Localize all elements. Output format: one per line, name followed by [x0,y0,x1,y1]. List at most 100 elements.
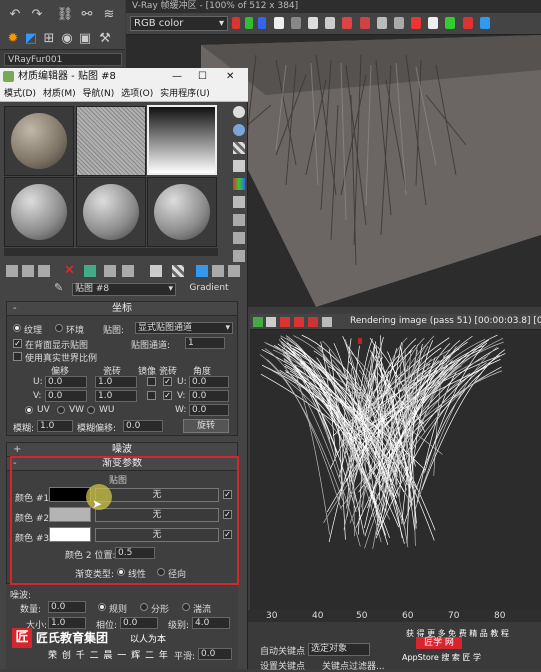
save-icon[interactable] [308,17,318,29]
video-color-check-icon[interactable] [233,178,245,190]
amount-field[interactable]: 0.0 [48,601,86,613]
options-icon[interactable] [233,214,245,226]
slot-scrollbar[interactable] [4,248,218,256]
link-icon[interactable]: ⛓ [56,6,74,24]
utilities-icon[interactable]: ⚒ [96,30,114,48]
rotate-button[interactable]: 旋转 [183,419,229,433]
noise-header[interactable]: +噪波 [7,443,237,457]
make-unique-icon[interactable] [104,265,116,277]
menu-options[interactable]: 选项(O) [121,89,153,99]
map-navigator-icon[interactable] [233,250,245,262]
v-tiling-field[interactable]: 1.0 [95,390,137,402]
render-setup-icon[interactable] [253,317,263,327]
eyedropper-icon[interactable]: ✎ [54,281,63,294]
material-slot-6[interactable] [147,177,217,247]
key-selection-select[interactable]: 选定对象 [308,643,370,656]
copy-material-icon[interactable] [84,265,96,277]
modify-icon[interactable]: ◩ [22,30,40,48]
display-icon[interactable]: ▣ [76,30,94,48]
time-ruler[interactable]: 30 40 50 60 70 80 [248,610,541,622]
blur-field[interactable]: 1.0 [37,420,73,432]
uv-radio[interactable] [25,406,33,414]
viewport-icon[interactable] [266,317,276,327]
assign-material-icon[interactable] [38,265,50,277]
map-name-field[interactable]: 贴图 #8▾ [72,283,176,296]
material-slot-2[interactable] [76,106,146,176]
regular-radio[interactable] [98,603,106,611]
tool-icon[interactable] [322,317,332,327]
make-preview-icon[interactable] [233,196,245,208]
show-map-checkbox[interactable]: ✓ [13,339,22,348]
u-tile-checkbox[interactable]: ✓ [163,377,172,386]
green-channel-icon[interactable] [245,17,253,29]
u-angle-field[interactable]: 0.0 [189,376,229,388]
backlight-icon[interactable] [233,124,245,136]
go-forward-icon[interactable] [228,265,240,277]
environ-radio[interactable] [55,324,63,332]
bind-spacewarp-icon[interactable]: ≋ [100,6,118,24]
show-end-result-icon[interactable] [196,265,208,277]
material-slot-4[interactable] [4,177,74,247]
material-slot-3[interactable] [147,105,217,175]
get-material-icon[interactable] [6,265,18,277]
material-id-icon[interactable] [150,265,162,277]
v-tile-checkbox[interactable]: ✓ [163,391,172,400]
clear-icon[interactable] [342,17,352,29]
stop-icon[interactable] [360,17,370,29]
mapping-select[interactable]: 显式贴图通道▾ [135,322,233,334]
region-icon[interactable] [377,17,387,29]
real-world-checkbox[interactable] [13,352,22,361]
fractal-radio[interactable] [140,603,148,611]
uv-tiling-icon[interactable] [233,160,245,172]
blue-channel-icon[interactable] [258,17,266,29]
wu-radio[interactable] [87,406,95,414]
smooth-field[interactable]: 0.0 [198,648,232,660]
close-icon[interactable]: ✕ [226,68,234,86]
channel-select[interactable]: RGB color▾ [130,16,228,31]
turbulence-radio[interactable] [182,603,190,611]
u-mirror-checkbox[interactable] [147,377,156,386]
background-icon[interactable] [233,142,245,154]
menu-navigation[interactable]: 导航(N) [83,89,115,99]
follow-icon[interactable] [480,17,490,29]
menu-mode[interactable]: 模式(D) [4,89,36,99]
put-to-library-icon[interactable] [122,265,134,277]
hierarchy-icon[interactable]: ⊞ [40,30,58,48]
go-to-parent-icon[interactable] [212,265,224,277]
put-to-scene-icon[interactable] [22,265,34,277]
key-filter-button[interactable]: 关键点过滤器... [322,659,385,672]
maximize-icon[interactable]: ☐ [198,68,207,86]
cancel-render-icon[interactable] [308,317,318,327]
menu-material[interactable]: 材质(M) [43,89,76,99]
create-icon[interactable]: ✹ [4,30,22,48]
red-channel-icon[interactable] [232,17,240,29]
abort-icon[interactable] [463,17,473,29]
show-map-icon[interactable] [172,265,184,277]
v-mirror-checkbox[interactable] [147,391,156,400]
minimize-icon[interactable]: — [172,68,182,86]
material-slot-5[interactable] [76,177,146,247]
v-angle-field[interactable]: 0.0 [189,390,229,402]
alpha-channel-icon[interactable] [274,17,284,29]
vw-radio[interactable] [57,406,65,414]
map-channel-field[interactable]: 1 [185,337,225,349]
unlink-icon[interactable]: ⚯ [78,6,96,24]
object-name-field[interactable]: VRayFur001 [4,53,122,66]
load-icon[interactable] [325,17,335,29]
redo-icon[interactable]: ↷ [28,6,46,24]
v-offset-field[interactable]: 0.0 [45,390,87,402]
track-mouse-icon[interactable] [394,17,404,29]
material-slot-1[interactable] [4,106,74,176]
select-by-material-icon[interactable] [233,232,245,244]
refresh-icon[interactable] [445,17,455,29]
motion-icon[interactable]: ◉ [58,30,76,48]
texture-radio[interactable] [13,324,21,332]
sample-type-icon[interactable] [233,106,245,118]
region-render-icon[interactable] [280,317,290,327]
reset-icon[interactable]: ✕ [64,263,75,278]
render-icon[interactable] [411,17,421,29]
undo-icon[interactable]: ↶ [6,6,24,24]
menu-utilities[interactable]: 实用程序(U) [160,89,210,99]
u-tiling-field[interactable]: 1.0 [95,376,137,388]
w-angle-field[interactable]: 0.0 [189,404,229,416]
